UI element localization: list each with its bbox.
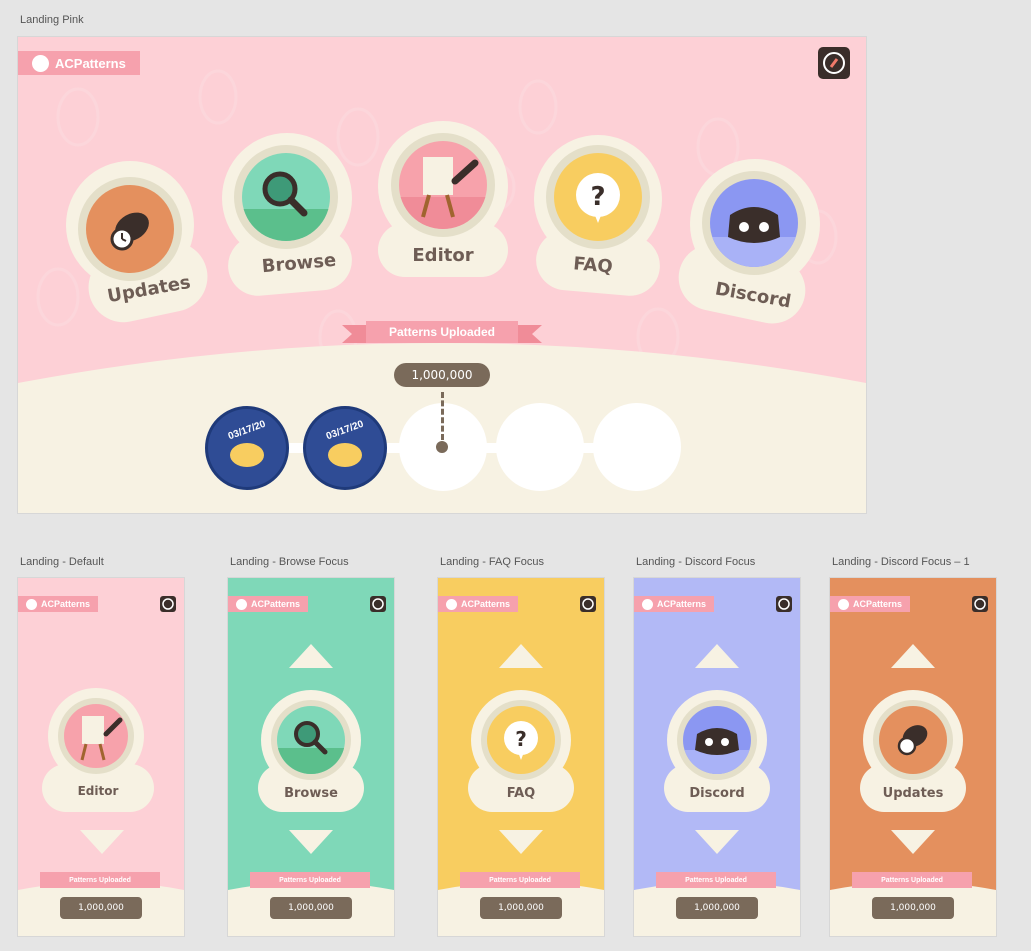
scroll-down-arrow[interactable]: [891, 830, 935, 854]
brand-logo[interactable]: ACPatterns: [228, 596, 309, 612]
scroll-up-arrow[interactable]: [695, 644, 739, 668]
browse-disc: [242, 153, 330, 241]
landing-discord-1-frame: ACPatterns Updates Patterns Uploaded 1,0…: [830, 578, 996, 936]
date-badge[interactable]: 03/17/20: [303, 406, 387, 490]
frame-label-default: Landing - Default: [20, 556, 104, 568]
patterns-count: 1,000,000: [394, 363, 490, 387]
brand-name: ACPatterns: [657, 599, 707, 609]
faq-disc: ?: [487, 706, 555, 774]
updates-disc: [86, 185, 174, 273]
discord-label[interactable]: Discord: [664, 786, 770, 801]
compass-icon[interactable]: [818, 47, 850, 79]
brand-logo[interactable]: ACPatterns: [438, 596, 519, 612]
editor-label: Editor: [412, 245, 474, 266]
updates-label[interactable]: Updates: [860, 786, 966, 801]
editor-label[interactable]: Editor: [42, 784, 154, 798]
leaf-brush-icon: [642, 598, 653, 610]
leaf-brush-icon: [838, 598, 849, 610]
scroll-down-arrow[interactable]: [695, 830, 739, 854]
question-bubble-icon: ?: [504, 721, 538, 760]
compass-icon[interactable]: [776, 596, 792, 612]
brand-name: ACPatterns: [853, 599, 903, 609]
compass-icon[interactable]: [370, 596, 386, 612]
milestone-dot: [436, 441, 448, 453]
faq-disc: ?: [554, 153, 642, 241]
question-bubble-icon: ?: [576, 173, 620, 223]
frame-label-main: Landing Pink: [20, 14, 84, 26]
compass-icon[interactable]: [972, 596, 988, 612]
frame-label-discord-1: Landing - Discord Focus – 1: [832, 556, 970, 568]
leaf-brush-icon: [32, 54, 49, 72]
patterns-count: 1,000,000: [60, 897, 142, 919]
brand-name: ACPatterns: [41, 599, 91, 609]
leaf-brush-icon: [236, 598, 247, 610]
clock-bag-icon: [897, 725, 928, 756]
brand-logo[interactable]: ACPatterns: [18, 51, 140, 75]
landing-default-frame: ACPatterns Editor Patterns Uploaded 1,00…: [18, 578, 184, 936]
compass-icon[interactable]: [160, 596, 176, 612]
patterns-uploaded-ribbon: Patterns Uploaded: [852, 872, 972, 888]
patterns-uploaded-ribbon: Patterns Uploaded: [40, 872, 160, 888]
milestone-slot[interactable]: [496, 403, 584, 491]
scroll-down-arrow[interactable]: [289, 830, 333, 854]
magnifier-globe-icon: [242, 171, 330, 241]
easel-brush-icon: [80, 716, 123, 761]
patterns-count: 1,000,000: [270, 897, 352, 919]
editor-disc: [399, 141, 487, 229]
scroll-up-arrow[interactable]: [499, 644, 543, 668]
brand-logo[interactable]: ACPatterns: [634, 596, 715, 612]
clock-bag-icon: [110, 212, 149, 251]
ribbon-label: Patterns Uploaded: [388, 325, 496, 339]
updates-disc: [879, 706, 947, 774]
brand-logo[interactable]: ACPatterns: [830, 596, 911, 612]
editor-disc: [64, 704, 128, 768]
svg-text:?: ?: [590, 182, 605, 212]
leaf-brush-icon: [446, 598, 457, 610]
compass-icon[interactable]: [580, 596, 596, 612]
brand-name: ACPatterns: [251, 599, 301, 609]
brand-logo[interactable]: ACPatterns: [18, 596, 99, 612]
discord-disc: [683, 706, 751, 774]
landing-discord-frame: ACPatterns Discord Patterns Uploaded 1,0…: [634, 578, 800, 936]
landing-pink-frame: ACPatterns Updates Browse Editor ? FAQ D…: [18, 37, 866, 513]
scroll-down-arrow[interactable]: [80, 830, 124, 854]
milestone-marker: [441, 392, 446, 440]
patterns-count: 1,000,000: [480, 897, 562, 919]
brand-name: ACPatterns: [461, 599, 511, 609]
discord-icon: [710, 207, 798, 267]
browse-label[interactable]: Browse: [258, 786, 364, 801]
landing-faq-frame: ACPatterns ? FAQ Patterns Uploaded 1,000…: [438, 578, 604, 936]
brand-name: ACPatterns: [55, 55, 126, 71]
easel-brush-icon: [399, 157, 487, 229]
faq-label[interactable]: FAQ: [468, 786, 574, 801]
patterns-count: 1,000,000: [676, 897, 758, 919]
hamster-icon: [230, 443, 264, 467]
scroll-up-arrow[interactable]: [891, 644, 935, 668]
milestone-slot[interactable]: [593, 403, 681, 491]
discord-icon: [683, 728, 751, 774]
date-badge[interactable]: 03/17/20: [205, 406, 289, 490]
patterns-uploaded-ribbon: Patterns Uploaded: [342, 321, 542, 347]
discord-disc: [710, 179, 798, 267]
patterns-uploaded-ribbon: Patterns Uploaded: [656, 872, 776, 888]
hamster-icon: [328, 443, 362, 467]
frame-label-faq: Landing - FAQ Focus: [440, 556, 544, 568]
magnifier-globe-icon: [277, 721, 345, 774]
patterns-uploaded-ribbon: Patterns Uploaded: [460, 872, 580, 888]
frame-label-discord: Landing - Discord Focus: [636, 556, 756, 568]
patterns-count: 1,000,000: [872, 897, 954, 919]
scroll-up-arrow[interactable]: [289, 644, 333, 668]
frame-label-browse: Landing - Browse Focus: [230, 556, 349, 568]
leaf-brush-icon: [26, 598, 37, 610]
scroll-down-arrow[interactable]: [499, 830, 543, 854]
patterns-uploaded-ribbon: Patterns Uploaded: [250, 872, 370, 888]
svg-text:?: ?: [515, 727, 527, 751]
browse-disc: [277, 706, 345, 774]
landing-browse-frame: ACPatterns Browse Patterns Uploaded 1,00…: [228, 578, 394, 936]
